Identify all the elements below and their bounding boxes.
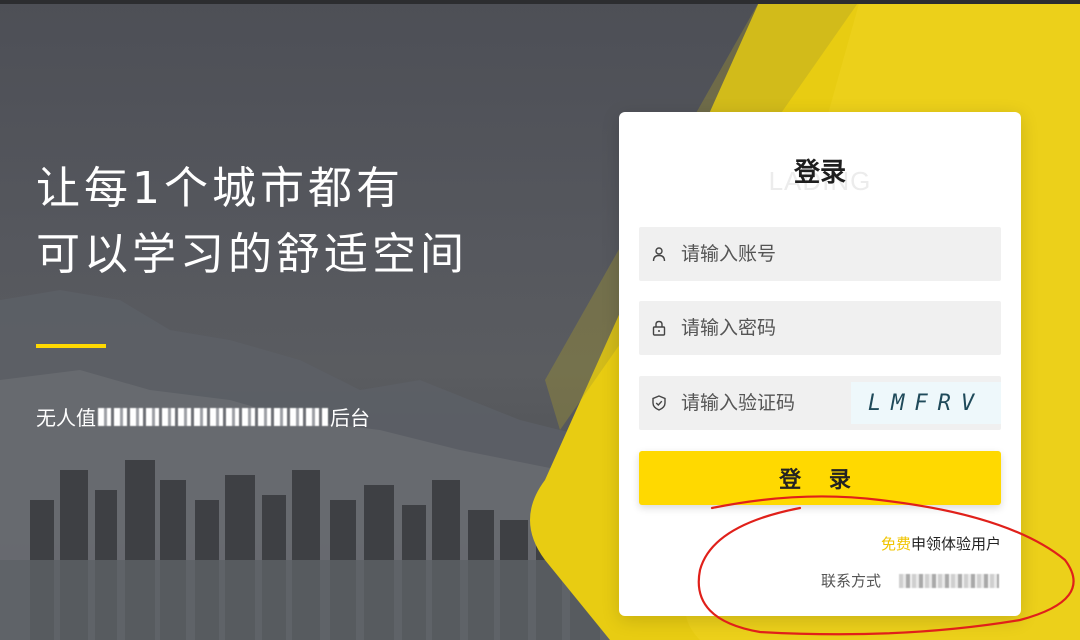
headline-line-1: 让每1个城市都有: [36, 163, 404, 214]
top-strip: [0, 0, 1080, 4]
hero-subtitle: 无人值 后台: [36, 402, 370, 431]
password-field[interactable]: [639, 301, 1001, 355]
headline-line-2: 可以学习的舒适空间: [36, 229, 468, 280]
username-input[interactable]: [679, 242, 883, 266]
login-button[interactable]: 登 录: [639, 451, 1001, 505]
login-card: LADING 登录 LMFRV 登 录 免费申领体验用户 联系方式: [619, 112, 1021, 616]
captcha-image[interactable]: LMFRV: [851, 382, 1001, 424]
lock-icon: [649, 318, 669, 338]
contact-info: 联系方式: [821, 570, 1001, 591]
trial-text: 申领体验用户: [910, 535, 1001, 553]
free-trial-link[interactable]: 免费申领体验用户: [881, 533, 1001, 554]
password-input[interactable]: [679, 316, 883, 340]
subtitle-prefix: 无人值: [36, 406, 96, 430]
login-title: 登录: [793, 158, 846, 188]
user-icon: [649, 244, 669, 264]
contact-label: 联系方式: [820, 572, 881, 590]
redacted-text: [98, 407, 328, 426]
trial-highlight: 免费: [880, 535, 911, 553]
captcha-field[interactable]: LMFRV: [639, 376, 1001, 430]
redacted-contact: [899, 573, 999, 588]
subtitle-suffix: 后台: [330, 406, 370, 430]
hero-headline: 让每1个城市都有 可以学习的舒适空间: [36, 156, 468, 288]
shield-icon: [649, 393, 669, 413]
accent-divider: [36, 344, 106, 348]
username-field[interactable]: [639, 227, 1001, 281]
